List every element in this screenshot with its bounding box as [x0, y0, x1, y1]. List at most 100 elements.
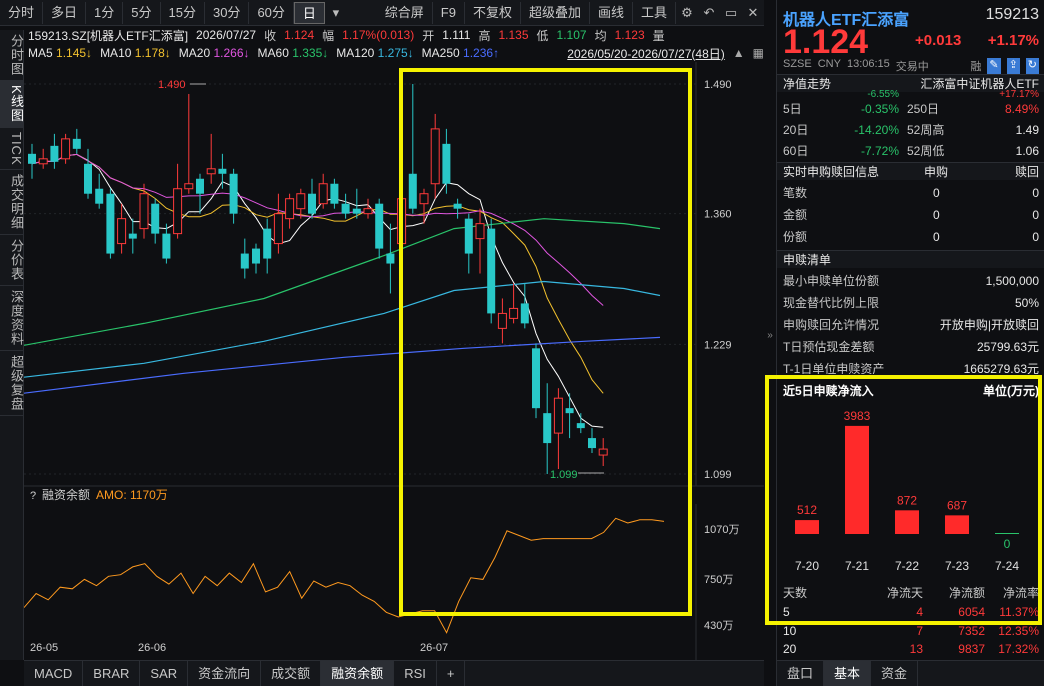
flow-days: 20: [783, 642, 797, 656]
last-price: 1.124: [783, 23, 869, 61]
tab-intraday-chart[interactable]: 分时图: [0, 30, 24, 81]
super-overlay-button[interactable]: 超级叠加: [521, 1, 590, 24]
candle-body: [184, 183, 194, 190]
chevron-down-icon[interactable]: ▾: [325, 5, 347, 21]
quote-header: 机器人ETF汇添富 159213 1.124 +0.013 +1.17% SZS…: [777, 0, 1044, 74]
tab-rsi[interactable]: RSI: [394, 661, 437, 686]
period-1min-button[interactable]: 1分: [86, 1, 124, 24]
refresh-icon[interactable]: ↻: [1025, 58, 1039, 74]
candle-body: [352, 208, 361, 214]
flow-inflow-days: 13: [909, 642, 923, 656]
perf-row-20d: 20日 -14.20% 52周高 1.49: [777, 121, 1044, 139]
candle-body: [308, 193, 316, 214]
list-key: T-1日单位申赎资产: [783, 362, 885, 374]
add-indicator-button[interactable]: +: [437, 661, 466, 686]
period-30min-button[interactable]: 30分: [205, 1, 250, 24]
sub-key: 份额: [783, 230, 808, 244]
candle-body: [218, 168, 227, 174]
ma10-label: MA10: [100, 46, 132, 60]
close-icon[interactable]: ✕: [742, 5, 764, 21]
period-5min-button[interactable]: 5分: [123, 1, 161, 24]
col-redeem: 赎回: [1014, 165, 1039, 179]
candle-body: [285, 198, 295, 220]
y-tick-label: 1.360: [704, 209, 732, 221]
perf-partial-left: -6.55%: [867, 90, 899, 100]
back-icon[interactable]: ↶: [698, 5, 720, 21]
ma60-value: 1.335↓: [292, 46, 329, 60]
share-icon[interactable]: ⇪: [1006, 58, 1020, 74]
avg-value: 1.123: [614, 28, 645, 42]
candle-body: [206, 168, 216, 175]
window-icon[interactable]: ▭: [720, 5, 742, 21]
realtime-subscription-header: 实时申购赎回信息 申购 赎回: [777, 162, 1044, 180]
ma10-value: 1.178↓: [134, 46, 171, 60]
help-icon[interactable]: ?: [30, 490, 36, 502]
no-adjust-button[interactable]: 不复权: [465, 1, 521, 24]
y-tick-label: 1.099: [704, 469, 732, 481]
col-subscribe: 申购: [923, 165, 948, 179]
edit-icon[interactable]: ✎: [987, 58, 1001, 74]
tab-tick[interactable]: TICK: [0, 128, 24, 171]
tab-turnover[interactable]: 成交额: [261, 661, 322, 686]
tab-fund-flow[interactable]: 资金流向: [188, 661, 262, 686]
sub-row-count: 笔数 0 0: [777, 184, 1044, 202]
period-intraday-button[interactable]: 分时: [0, 1, 44, 24]
y-tick-label: 1.229: [704, 339, 732, 351]
ma5-value: 1.145↓: [56, 46, 93, 60]
tab-k-line-chart[interactable]: K线图: [0, 81, 24, 128]
sub-value: 0: [1032, 230, 1039, 244]
period-day-button[interactable]: 日: [293, 1, 325, 24]
y-tick-label: 1.490: [704, 79, 732, 91]
open-value: 1.111: [442, 28, 471, 42]
layout-icon[interactable]: ▦: [753, 46, 764, 60]
candle-body: [363, 208, 373, 215]
collapse-panel-icon[interactable]: »: [764, 330, 776, 341]
candle-body: [72, 138, 81, 149]
tab-capital[interactable]: 资金: [871, 661, 919, 686]
period-multiday-button[interactable]: 多日: [43, 1, 87, 24]
price-change-pct: +1.17%: [987, 32, 1039, 49]
composite-screen-button[interactable]: 综合屏: [377, 1, 433, 24]
tab-basic[interactable]: 基本: [824, 661, 872, 686]
gear-icon[interactable]: ⚙: [676, 5, 698, 21]
section-title: 申赎清单: [783, 253, 832, 267]
tab-sar[interactable]: SAR: [140, 661, 189, 686]
candle-body: [117, 218, 127, 245]
perf-value: 1.06: [1015, 144, 1039, 158]
tab-trade-detail[interactable]: 成交明细: [0, 170, 24, 236]
tab-brar[interactable]: BRAR: [83, 661, 141, 686]
perf-key: 60日: [783, 144, 809, 158]
candle-body: [375, 203, 384, 249]
chart-toolbar: 分时 多日 1分 5分 15分 30分 60分 日 ▾ 综合屏 F9 不复权 超…: [0, 0, 764, 26]
sub-value: 0: [1032, 208, 1039, 222]
tab-order-book[interactable]: 盘口: [777, 661, 825, 686]
tab-depth-info[interactable]: 深度资料: [0, 286, 24, 352]
perf-partial-row: -6.55% +17.17%: [777, 90, 1044, 100]
sub-value: 0: [1032, 186, 1039, 200]
tab-super-review[interactable]: 超级复盘: [0, 351, 24, 417]
perf-value: -7.72%: [860, 144, 899, 158]
tab-price-table[interactable]: 分价表: [0, 235, 24, 287]
quote-info-line: 159213.SZ[机器人ETF汇添富] 2026/07/27 收 1.124 …: [24, 26, 764, 44]
date-range[interactable]: 2026/05/20-2026/07/27(48日): [567, 45, 724, 62]
candle-body: [341, 203, 350, 214]
f9-button[interactable]: F9: [433, 1, 465, 24]
draw-line-button[interactable]: 画线: [590, 1, 633, 24]
close-value: 1.124: [284, 28, 315, 42]
x-label-26-05: 26-05: [30, 642, 58, 654]
period-60min-button[interactable]: 60分: [249, 1, 294, 24]
sub-key: 金额: [783, 208, 808, 222]
max-price-label: 1.490: [158, 79, 186, 91]
candle-body: [330, 183, 339, 204]
list-value: 1,500,000: [985, 274, 1039, 288]
tools-button[interactable]: 工具: [633, 1, 676, 24]
tab-margin-balance[interactable]: 融资余额: [321, 661, 395, 686]
candle-body: [263, 228, 272, 259]
list-value: 50%: [1014, 296, 1039, 310]
chevron-up-icon[interactable]: ▲: [733, 46, 745, 60]
candle-body: [128, 233, 137, 239]
period-15min-button[interactable]: 15分: [161, 1, 205, 24]
tab-macd[interactable]: MACD: [24, 661, 84, 686]
security-title: 159213.SZ[机器人ETF汇添富]: [28, 28, 189, 43]
perf-row-5d: 5日 -0.35% 250日 8.49%: [777, 100, 1044, 118]
